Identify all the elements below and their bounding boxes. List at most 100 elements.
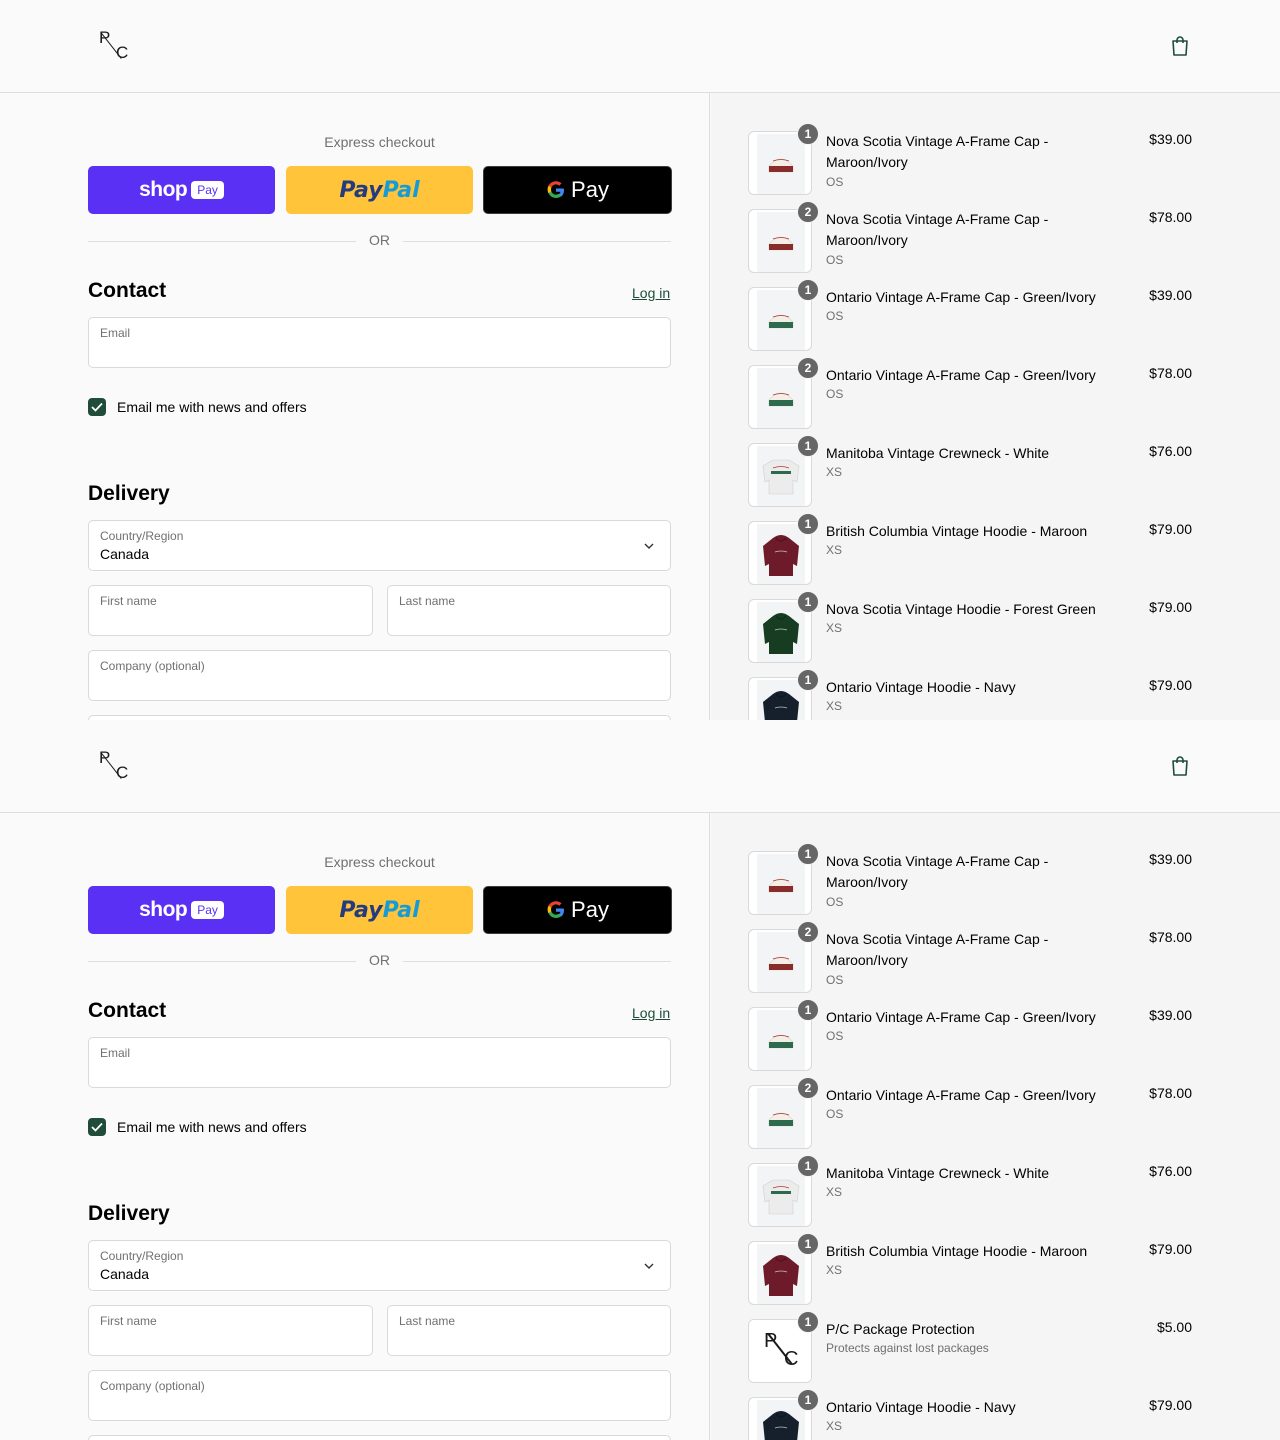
product-price: $39.00 [1149, 1007, 1192, 1023]
google-g-icon [547, 901, 565, 918]
product-variant: OS [826, 387, 844, 401]
last-name-field[interactable]: Last name [387, 585, 671, 636]
product-name: Ontario Vintage Hoodie - Navy [826, 1399, 1016, 1415]
shopping-bag-icon[interactable] [1170, 755, 1190, 777]
quantity-badge: 1 [797, 999, 819, 1021]
chevron-down-icon [644, 543, 654, 549]
newsletter-option[interactable]: Email me with news and offers [88, 1117, 307, 1137]
quantity-badge: 2 [797, 357, 819, 379]
country-select[interactable]: Country/Region Canada [88, 1240, 671, 1291]
product-variant: XS [826, 1263, 843, 1277]
quantity-badge: 1 [797, 1233, 819, 1255]
quantity-badge: 1 [797, 435, 819, 457]
newsletter-checkbox[interactable] [88, 398, 106, 416]
header: P C [0, 0, 1280, 93]
delivery-heading: Delivery [88, 1202, 170, 1225]
product-variant: OS [826, 895, 844, 909]
product-name: Ontario Vintage A-Frame Cap - Green/Ivor… [826, 367, 1096, 383]
first-name-field[interactable]: First name [88, 585, 373, 636]
shop-pay-button[interactable]: shop Pay [88, 166, 275, 214]
product-price: $79.00 [1149, 677, 1192, 693]
product-variant: XS [826, 621, 843, 635]
store-logo[interactable]: P C [96, 748, 130, 784]
quantity-badge: 1 [797, 123, 819, 145]
quantity-badge: 1 [797, 1311, 819, 1333]
product-price: $78.00 [1149, 1085, 1192, 1101]
paypal-button[interactable]: Pay Pal [286, 166, 473, 214]
quantity-badge: 2 [797, 201, 819, 223]
store-logo[interactable]: P C [96, 28, 130, 64]
company-field[interactable]: Company (optional) [88, 650, 671, 701]
checkmark-icon [91, 1122, 103, 1132]
product-price: $79.00 [1149, 521, 1192, 537]
quantity-badge: 1 [797, 591, 819, 613]
order-summary: 1 Nova Scotia Vintage A-Frame Cap - Maroo… [711, 93, 1280, 720]
chevron-down-icon [644, 1263, 654, 1269]
product-price: $5.00 [1156, 1319, 1192, 1335]
log-in-link[interactable]: Log in [632, 285, 670, 301]
product-variant: OS [826, 175, 844, 189]
product-name: Ontario Vintage A-Frame Cap - Green/Ivor… [826, 289, 1096, 305]
product-price: $39.00 [1149, 131, 1192, 147]
delivery-heading: Delivery [88, 482, 170, 505]
quantity-badge: 1 [797, 1389, 819, 1411]
product-variant: XS [826, 1185, 843, 1199]
product-price: $39.00 [1149, 851, 1192, 867]
header: P C [0, 720, 1280, 813]
shop-pay-button[interactable]: shop Pay [88, 886, 275, 934]
quantity-badge: 1 [797, 513, 819, 535]
quantity-badge: 2 [797, 1077, 819, 1099]
product-name: Nova Scotia Vintage A-Frame Cap - Maroon… [826, 853, 1049, 890]
google-g-icon [547, 181, 565, 198]
express-checkout-label: Express checkout [324, 854, 435, 870]
product-name: Manitoba Vintage Crewneck - White [826, 445, 1050, 461]
product-variant: XS [826, 465, 843, 479]
product-price: $76.00 [1149, 1163, 1192, 1179]
checkout-form: Express checkout shop Pay Pay Pal Pay OR… [0, 813, 710, 1440]
email-field[interactable]: Email [88, 317, 671, 368]
quantity-badge: 1 [797, 279, 819, 301]
or-divider: OR [88, 952, 671, 970]
quantity-badge: 1 [797, 1155, 819, 1177]
product-price: $39.00 [1149, 287, 1192, 303]
product-name: Nova Scotia Vintage A-Frame Cap - Maroon… [826, 133, 1049, 170]
or-divider: OR [88, 232, 671, 250]
country-select[interactable]: Country/Region Canada [88, 520, 671, 571]
newsletter-checkbox[interactable] [88, 1118, 106, 1136]
product-variant: OS [826, 309, 844, 323]
log-in-link[interactable]: Log in [632, 1005, 670, 1021]
product-variant: XS [826, 1419, 843, 1433]
product-variant: OS [826, 973, 844, 987]
first-name-field[interactable]: First name [88, 1305, 373, 1356]
order-summary: 1 Nova Scotia Vintage A-Frame Cap - Maroo… [711, 813, 1280, 1440]
last-name-field[interactable]: Last name [387, 1305, 671, 1356]
google-pay-button[interactable]: Pay [483, 166, 672, 214]
contact-heading: Contact [88, 999, 167, 1022]
product-name: Ontario Vintage A-Frame Cap - Green/Ivor… [826, 1009, 1096, 1025]
product-name: Ontario Vintage A-Frame Cap - Green/Ivor… [826, 1087, 1096, 1103]
product-price: $76.00 [1149, 443, 1192, 459]
company-field[interactable]: Company (optional) [88, 1370, 671, 1421]
newsletter-option[interactable]: Email me with news and offers [88, 397, 307, 417]
checkmark-icon [91, 402, 103, 412]
product-variant: XS [826, 543, 843, 557]
product-name: Nova Scotia Vintage Hoodie - Forest Gree… [826, 601, 1096, 617]
product-name: Ontario Vintage Hoodie - Navy [826, 679, 1016, 695]
paypal-button[interactable]: Pay Pal [286, 886, 473, 934]
email-field[interactable]: Email [88, 1037, 671, 1088]
checkout-form: Express checkout shop Pay Pay Pal Pay OR… [0, 93, 710, 720]
address-field[interactable] [88, 1435, 671, 1440]
quantity-badge: 2 [797, 921, 819, 943]
shopping-bag-icon[interactable] [1170, 35, 1190, 57]
checkout-screen: P C Express checkout shop Pay PayPal [0, 0, 1280, 720]
product-price: $79.00 [1149, 1241, 1192, 1257]
product-name: British Columbia Vintage Hoodie - Maroon [826, 1243, 1088, 1259]
google-pay-button[interactable]: Pay [483, 886, 672, 934]
product-price: $78.00 [1149, 929, 1192, 945]
product-name: P/C Package Protection [826, 1321, 975, 1337]
product-price: $79.00 [1149, 1397, 1192, 1413]
product-variant: XS [826, 699, 843, 713]
product-name: Nova Scotia Vintage A-Frame Cap - Maroon… [826, 211, 1049, 248]
product-price: $78.00 [1149, 365, 1192, 381]
product-name: Manitoba Vintage Crewneck - White [826, 1165, 1050, 1181]
